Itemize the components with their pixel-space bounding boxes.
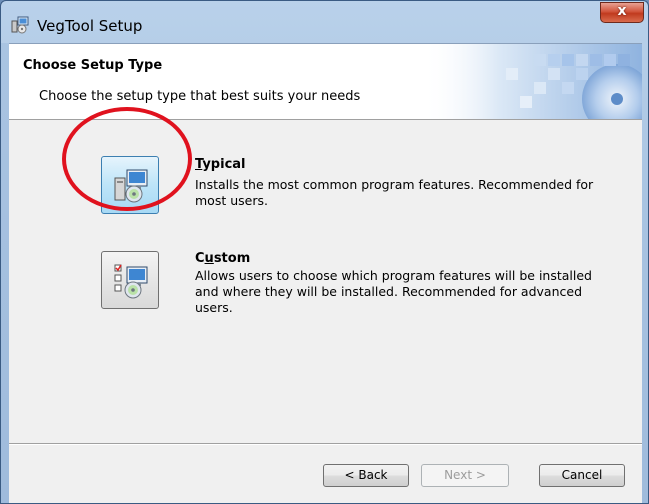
custom-description-line: users. (195, 300, 233, 315)
typical-description: Installs the most common program feature… (195, 177, 595, 209)
custom-title-pre: C (195, 251, 205, 266)
custom-description-line: Allows users to choose which program fea… (195, 268, 592, 283)
typical-description-line: Installs the most common program feature… (195, 177, 594, 192)
custom-setup-icon (114, 264, 148, 299)
installer-app-icon (11, 16, 29, 34)
custom-title-rest: stom (213, 251, 251, 266)
typical-title-rest: ypical (202, 157, 246, 172)
next-button[interactable]: Next > (421, 464, 509, 487)
typical-description-line: most users. (195, 193, 268, 208)
window-title: VegTool Setup (37, 17, 143, 35)
typical-title: Typical (195, 157, 246, 172)
cancel-button[interactable]: Cancel (539, 464, 625, 487)
custom-accelerator: u (204, 251, 214, 266)
back-button[interactable]: < Back (323, 464, 409, 487)
dialog-header: Choose Setup Type Choose the setup type … (9, 44, 642, 120)
custom-setup-button[interactable] (101, 251, 159, 309)
setup-window: VegTool Setup x Choose Setup Type Choose… (0, 0, 649, 504)
page-subtitle: Choose the setup type that best suits yo… (39, 89, 361, 104)
custom-description-line: and where they will be installed. Recomm… (195, 284, 583, 299)
window-frame-left (1, 43, 9, 503)
close-button[interactable]: x (600, 2, 644, 23)
page-title: Choose Setup Type (23, 58, 163, 73)
footer-divider (9, 443, 642, 445)
custom-title: Custom (195, 251, 250, 266)
close-icon: x (617, 3, 627, 19)
header-banner-graphic (422, 44, 642, 119)
highlight-circle-annotation (62, 107, 192, 211)
title-bar[interactable]: VegTool Setup x (1, 1, 648, 43)
custom-description: Allows users to choose which program fea… (195, 268, 595, 316)
